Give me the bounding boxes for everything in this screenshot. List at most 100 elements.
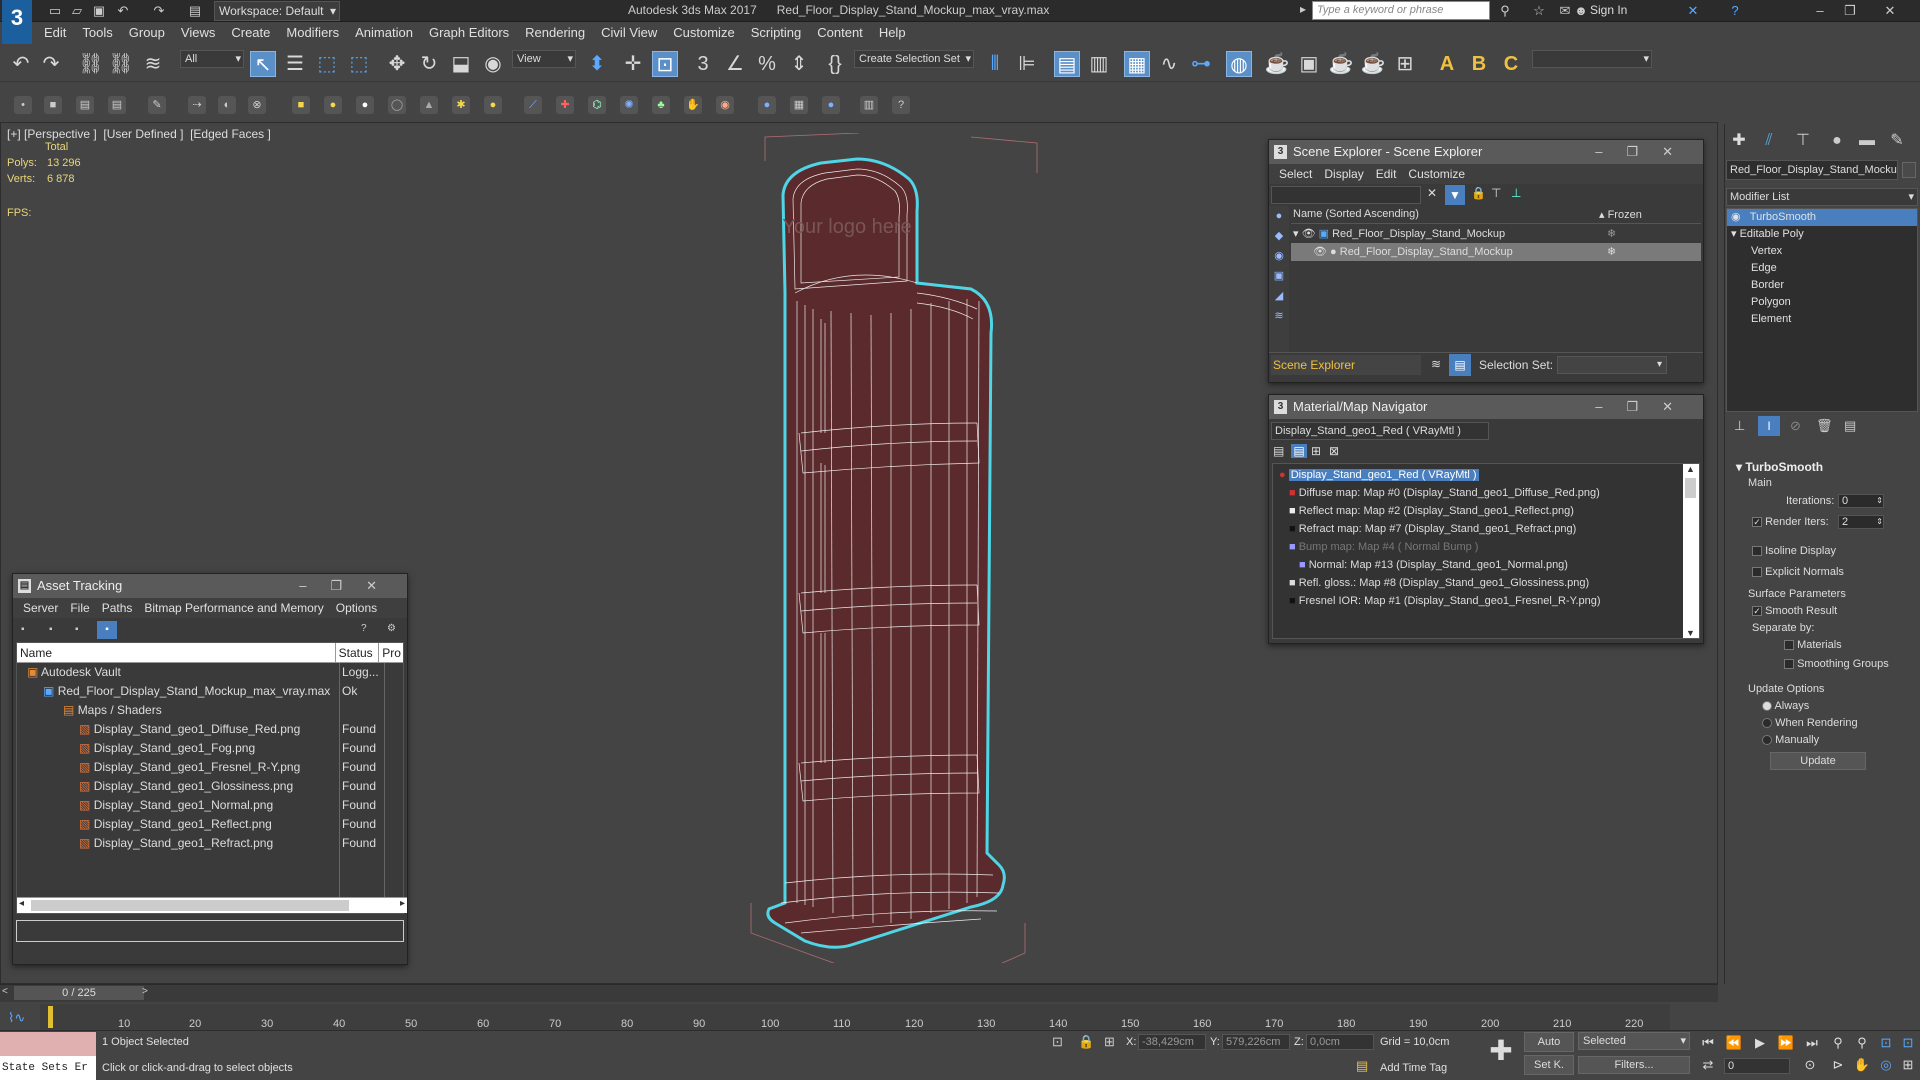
play-icon[interactable]: ▶ (1750, 1034, 1770, 1052)
binoculars-icon[interactable]: ⚲ (1496, 2, 1514, 20)
auto-key-button[interactable]: Auto (1524, 1032, 1574, 1052)
isoline-checkbox[interactable] (1752, 546, 1762, 557)
save-file-icon[interactable]: ▣ (90, 2, 108, 20)
time-tag-icon[interactable]: ▤ (1356, 1058, 1368, 1074)
menu-civil-view[interactable]: Civil View (593, 22, 665, 44)
visibility-eye-icon[interactable]: 👁 (1302, 228, 1316, 240)
material-navigator-titlebar[interactable]: 3 Material/Map Navigator –❐✕ (1269, 395, 1703, 419)
modifier-list-dropdown[interactable]: Modifier List ▾ (1726, 188, 1918, 206)
material-tree-row[interactable]: ● Display_Stand_geo1_Red ( VRayMtl ) (1279, 466, 1479, 484)
redo-icon[interactable]: ↷ (150, 2, 168, 20)
bind-space-warp-icon[interactable]: ≋ (140, 51, 166, 77)
material-name-field[interactable]: Display_Stand_geo1_Red ( VRayMtl ) (1271, 422, 1489, 440)
object-name-field[interactable]: Red_Floor_Display_Stand_Mockup (1726, 160, 1898, 180)
key-filter-dropdown[interactable]: Selected ▾ (1578, 1032, 1690, 1050)
zoom-all-icon[interactable]: ⚲ (1852, 1034, 1872, 1052)
help-circle-icon[interactable]: ? (892, 96, 910, 114)
update-always-row[interactable]: Always (1762, 700, 1809, 712)
material-editor-icon[interactable]: ◍ (1226, 51, 1252, 77)
vray-proxy-icon[interactable]: ▦ (790, 96, 808, 114)
menu-options[interactable]: Options (330, 601, 383, 615)
materials-checkbox[interactable] (1784, 640, 1794, 651)
render-preset-dropdown[interactable]: ▾ (1532, 50, 1652, 68)
chevron-down-icon[interactable]: ▼ (1686, 628, 1695, 638)
current-frame-field[interactable]: 0 (1724, 1058, 1790, 1074)
light-icon[interactable]: ✱ (452, 96, 470, 114)
table-row[interactable]: ▧ Display_Stand_geo1_Reflect.png Found (17, 815, 403, 834)
sync-icon[interactable]: ⊥ (1511, 186, 1521, 200)
align-icon[interactable]: ⊫ (1014, 51, 1040, 77)
settings-icon[interactable]: ⚙ (387, 623, 396, 634)
make-unique-icon[interactable]: ⊘ (1790, 418, 1801, 434)
vray-frame-buffer-icon[interactable]: ▥ (860, 96, 878, 114)
scrollbar-thumb[interactable] (31, 900, 349, 911)
subobject-polygon[interactable]: Polygon (1727, 294, 1917, 311)
render-iters-row[interactable]: ✓ Render Iters: (1752, 516, 1829, 528)
utilities-tab-icon[interactable]: ✎ (1886, 130, 1908, 152)
chevron-right-icon[interactable]: ▸ (400, 898, 405, 909)
user-icon[interactable]: ☻ (1572, 2, 1590, 20)
add-time-tag-button[interactable]: Add Time Tag (1380, 1062, 1447, 1074)
asset-tracking-titlebar[interactable]: ▤ Asset Tracking –❐✕ (13, 574, 407, 598)
view-list-thumbnails-icon[interactable]: ▤ (1291, 444, 1307, 458)
z-coordinate-field[interactable]: 0,0cm (1306, 1034, 1374, 1050)
select-manipulate-icon[interactable]: ✛ (620, 51, 646, 77)
smoothing-groups-checkbox[interactable] (1784, 659, 1794, 670)
mirror-icon[interactable]: ⫴ (982, 51, 1008, 77)
absolute-mode-icon[interactable]: ⊞ (1104, 1034, 1115, 1050)
panel-window-controls[interactable]: –❐✕ (1595, 140, 1697, 164)
expand-icon[interactable]: ▾ (1291, 228, 1299, 240)
table-row[interactable]: ▤ Maps / Shaders (17, 701, 403, 720)
tool-shelf-icon[interactable]: ■ (44, 96, 62, 114)
table-row[interactable]: ▧ Display_Stand_geo1_Refract.png Found (17, 834, 403, 853)
view-list-icon[interactable]: ▪ (21, 624, 25, 635)
column-status[interactable]: Status (336, 643, 380, 662)
go-to-start-icon[interactable]: ⏮ (1698, 1034, 1718, 1052)
modifier-turbosmooth[interactable]: ◉ TurboSmooth (1727, 209, 1917, 226)
curve-editor-icon[interactable]: ∿ (1156, 51, 1182, 77)
mini-curve-editor-icon[interactable]: ⌇∿ (8, 1010, 25, 1026)
subobject-vertex[interactable]: Vertex (1727, 243, 1917, 260)
particle-icon[interactable]: ✺ (620, 96, 638, 114)
subobject-edge[interactable]: Edge (1727, 260, 1917, 277)
tool-shelf-icon[interactable]: ▤ (108, 96, 126, 114)
chevron-right-icon[interactable]: > (142, 986, 148, 997)
horizontal-scrollbar[interactable]: ◂ ▸ (17, 897, 407, 913)
explicit-normals-row[interactable]: Explicit Normals (1752, 566, 1844, 578)
table-row[interactable]: ▣ Red_Floor_Display_Stand_Mockup_max_vra… (17, 682, 403, 701)
filter-cameras-icon[interactable]: ▣ (1269, 266, 1289, 286)
field-of-view-icon[interactable]: ⊳ (1828, 1056, 1848, 1074)
render-in-cloud-icon[interactable]: ⊞ (1392, 51, 1418, 77)
column-frozen-header[interactable]: ▴ Frozen (1599, 208, 1642, 221)
torus-icon[interactable]: ◯ (388, 96, 406, 114)
freeze-snowflake-icon[interactable]: ❄ (1607, 225, 1616, 243)
tool-shelf-icon[interactable]: ⊗ (248, 96, 266, 114)
schematic-view-icon[interactable]: ⊶ (1188, 51, 1214, 77)
eye-icon[interactable]: ◉ (1731, 211, 1741, 223)
modifier-editable-poly[interactable]: ▾ Editable Poly (1727, 226, 1917, 243)
material-tree-row[interactable]: ■ Normal: Map #13 (Display_Stand_geo1_No… (1299, 556, 1568, 574)
table-row[interactable]: ▧ Display_Stand_geo1_Glossiness.png Found (17, 777, 403, 796)
undo-icon[interactable]: ↶ (8, 51, 34, 77)
material-tree-row[interactable]: ■ Reflect map: Map #2 (Display_Stand_geo… (1289, 502, 1574, 520)
state-sets-field[interactable]: State Sets Er (0, 1056, 96, 1080)
material-tree-row[interactable]: ■ Refract map: Map #7 (Display_Stand_geo… (1289, 520, 1576, 538)
explorer-name-field[interactable]: Scene Explorer (1271, 355, 1421, 375)
place-icon[interactable]: ◉ (480, 51, 506, 77)
filter-helpers-icon[interactable]: ◢ (1269, 286, 1289, 306)
scene-search-input[interactable] (1271, 186, 1421, 204)
selection-lock-icon[interactable]: 🔒 (1078, 1034, 1094, 1050)
menu-server[interactable]: Server (17, 601, 64, 615)
isoline-row[interactable]: Isoline Display (1752, 545, 1836, 557)
smooth-result-checkbox[interactable]: ✓ (1752, 606, 1762, 617)
panel-window-controls[interactable]: –❐✕ (299, 574, 401, 598)
scene-explorer-titlebar[interactable]: 3 Scene Explorer - Scene Explorer –❐✕ (1269, 140, 1703, 164)
menu-customize[interactable]: Customize (1402, 167, 1471, 181)
spinner-snap-icon[interactable]: ⇕ (786, 51, 812, 77)
named-selection-dropdown[interactable]: Create Selection Set ▾ (854, 50, 974, 68)
vray-sphere-icon[interactable]: ● (758, 96, 776, 114)
time-slider-thumb[interactable]: 0 / 225 (14, 986, 144, 1000)
hierarchy-tab-icon[interactable]: ⊤ (1792, 130, 1814, 152)
zoom-icon[interactable]: ⚲ (1828, 1034, 1848, 1052)
materials-row[interactable]: Materials (1784, 639, 1842, 651)
